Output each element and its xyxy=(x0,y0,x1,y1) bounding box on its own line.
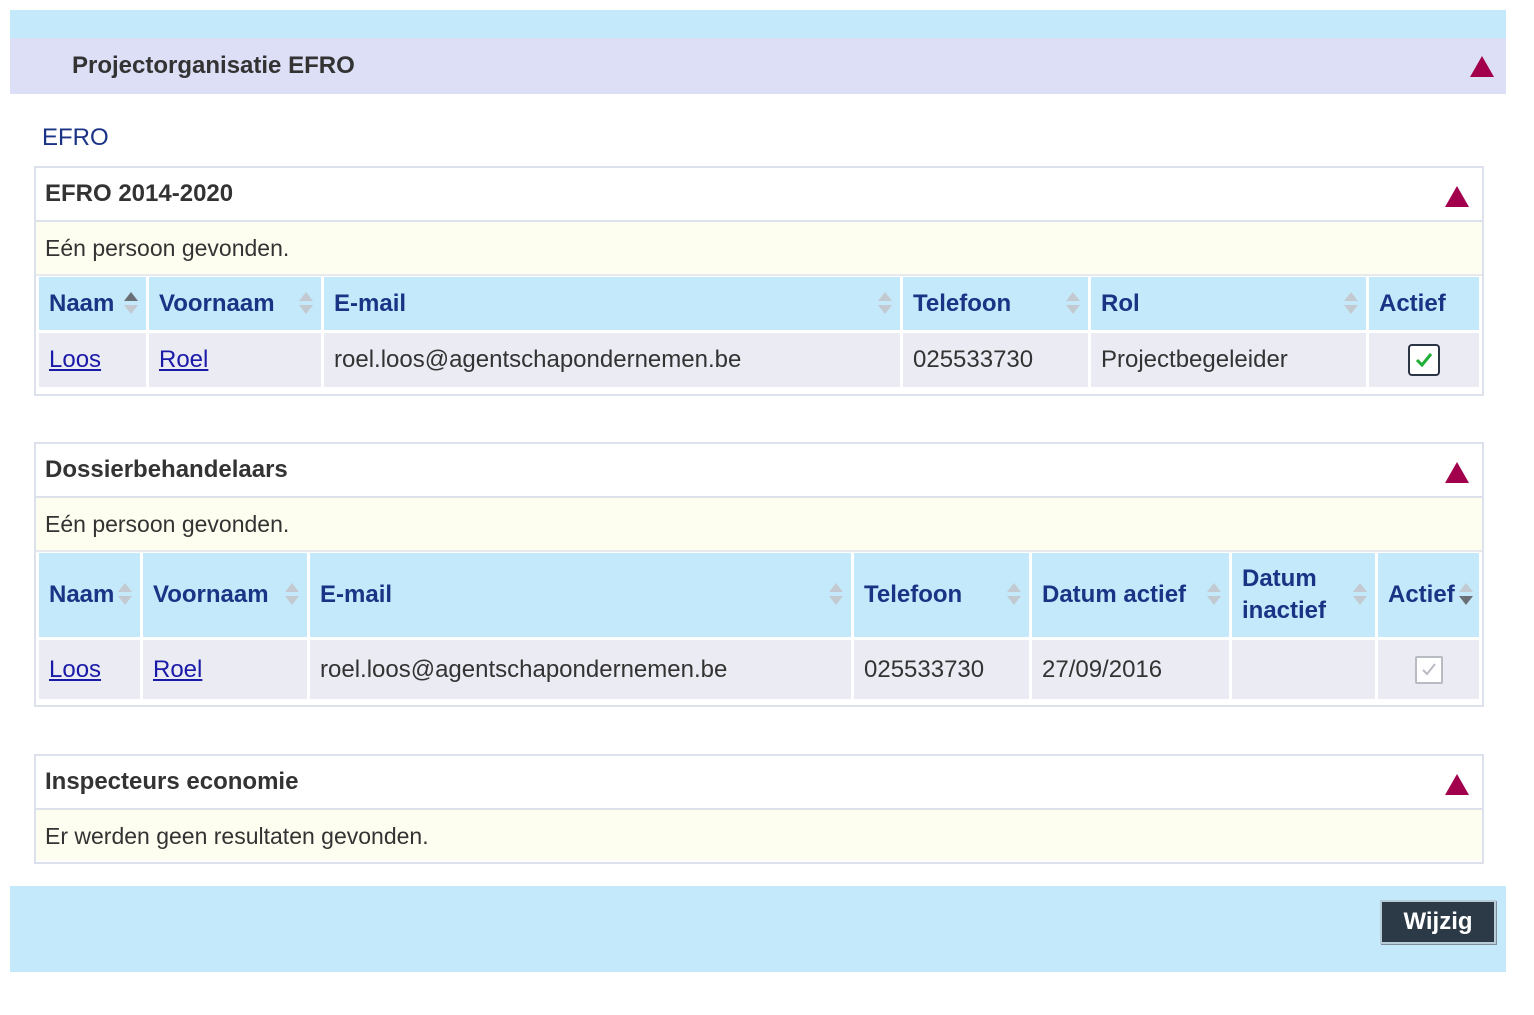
persons-table: Naam Voornaam E-mail Telefoon Datum acti… xyxy=(39,553,1479,699)
section-title: Dossierbehandelaars xyxy=(45,456,288,483)
table-row: Loos Roel roel.loos@agentschapondernemen… xyxy=(39,637,1479,699)
column-header-datum-actief[interactable]: Datum actief xyxy=(1032,553,1232,637)
panel-body: EFRO EFRO 2014-2020 Eén persoon gevonden… xyxy=(10,94,1506,886)
program-label: EFRO xyxy=(42,124,109,151)
sort-icon[interactable] xyxy=(1007,582,1021,608)
email-cell: roel.loos@agentschapondernemen.be xyxy=(324,330,903,387)
column-label: Voornaam xyxy=(159,289,275,317)
section-dossierbehandelaars: Dossierbehandelaars Eén persoon gevonden… xyxy=(34,442,1484,707)
sort-icon[interactable] xyxy=(1459,582,1473,608)
email-cell: roel.loos@agentschapondernemen.be xyxy=(310,637,854,699)
panel-header[interactable]: Projectorganisatie EFRO xyxy=(10,38,1506,94)
column-label: Naam xyxy=(49,289,115,317)
sort-icon[interactable] xyxy=(118,582,132,608)
voornaam-link[interactable]: Roel xyxy=(153,656,202,683)
section-title: EFRO 2014-2020 xyxy=(45,180,234,207)
datum-actief-cell: 27/09/2016 xyxy=(1032,637,1232,699)
column-label: Datum inactief xyxy=(1242,565,1327,624)
column-header-actief[interactable]: Actief xyxy=(1378,553,1479,637)
naam-link[interactable]: Loos xyxy=(49,656,101,683)
sort-icon[interactable] xyxy=(124,291,138,317)
column-label: Rol xyxy=(1101,289,1140,317)
section-header[interactable]: Inspecteurs economie xyxy=(36,756,1482,810)
column-label: Voornaam xyxy=(153,581,269,608)
result-message-text: Eén persoon gevonden. xyxy=(45,235,290,261)
actief-checkbox[interactable] xyxy=(1408,344,1440,376)
telefoon-cell: 025533730 xyxy=(903,330,1091,387)
column-label: Datum actief xyxy=(1042,581,1187,608)
result-message-text: Er werden geen resultaten gevonden. xyxy=(45,823,429,849)
sort-icon[interactable] xyxy=(1066,291,1080,317)
sort-icon[interactable] xyxy=(1353,582,1367,608)
telefoon-cell: 025533730 xyxy=(854,637,1032,699)
column-header-voornaam[interactable]: Voornaam xyxy=(149,277,324,330)
voornaam-link[interactable]: Roel xyxy=(159,346,208,373)
column-label: E-mail xyxy=(334,289,407,317)
column-header-datum-inactief[interactable]: Datum inactief xyxy=(1232,553,1378,637)
column-header-telefoon[interactable]: Telefoon xyxy=(903,277,1091,330)
sort-icon[interactable] xyxy=(829,582,843,608)
result-message: Er werden geen resultaten gevonden. xyxy=(36,810,1482,860)
column-label: Telefoon xyxy=(913,289,1012,317)
column-label: Naam xyxy=(49,581,115,608)
column-header-naam[interactable]: Naam xyxy=(39,277,149,330)
column-header-naam[interactable]: Naam xyxy=(39,553,143,637)
column-label: Actief xyxy=(1388,581,1455,608)
column-label: Actief xyxy=(1379,289,1446,317)
wijzig-button[interactable]: Wijzig xyxy=(1380,900,1496,944)
result-message: Eén persoon gevonden. xyxy=(36,498,1482,552)
result-message: Eén persoon gevonden. xyxy=(36,222,1482,276)
collapse-up-icon[interactable] xyxy=(1445,186,1469,207)
actief-checkbox-disabled xyxy=(1414,655,1443,684)
persons-table: Naam Voornaam E-mail Telefoon Rol Actief… xyxy=(39,277,1479,387)
collapse-up-icon[interactable] xyxy=(1445,774,1469,795)
column-header-actief: Actief xyxy=(1369,277,1479,330)
rol-cell: Projectbegeleider xyxy=(1091,330,1369,387)
sort-icon[interactable] xyxy=(299,291,313,317)
section-inspecteurs-economie: Inspecteurs economie Er werden geen resu… xyxy=(34,754,1484,864)
result-message-text: Eén persoon gevonden. xyxy=(45,511,290,537)
datum-inactief-cell xyxy=(1232,637,1378,699)
sort-icon[interactable] xyxy=(1207,582,1221,608)
sort-icon[interactable] xyxy=(1344,291,1358,317)
sort-icon[interactable] xyxy=(878,291,892,317)
column-label: E-mail xyxy=(320,581,393,608)
section-title: Inspecteurs economie xyxy=(45,768,299,795)
column-header-rol[interactable]: Rol xyxy=(1091,277,1369,330)
table-row: Loos Roel roel.loos@agentschapondernemen… xyxy=(39,330,1479,387)
section-efro-2014-2020: EFRO 2014-2020 Eén persoon gevonden. Naa… xyxy=(34,166,1484,396)
section-header[interactable]: EFRO 2014-2020 xyxy=(36,168,1482,222)
column-header-email[interactable]: E-mail xyxy=(310,553,854,637)
column-header-voornaam[interactable]: Voornaam xyxy=(143,553,310,637)
column-header-telefoon[interactable]: Telefoon xyxy=(854,553,1032,637)
column-label: Telefoon xyxy=(864,581,963,608)
panel-title: Projectorganisatie EFRO xyxy=(72,52,355,79)
naam-link[interactable]: Loos xyxy=(49,346,101,373)
page-container: Projectorganisatie EFRO EFRO EFRO 2014-2… xyxy=(10,10,1506,972)
section-header[interactable]: Dossierbehandelaars xyxy=(36,444,1482,498)
collapse-up-icon[interactable] xyxy=(1470,56,1494,77)
collapse-up-icon[interactable] xyxy=(1445,462,1469,483)
column-header-email[interactable]: E-mail xyxy=(324,277,903,330)
sort-icon[interactable] xyxy=(285,582,299,608)
